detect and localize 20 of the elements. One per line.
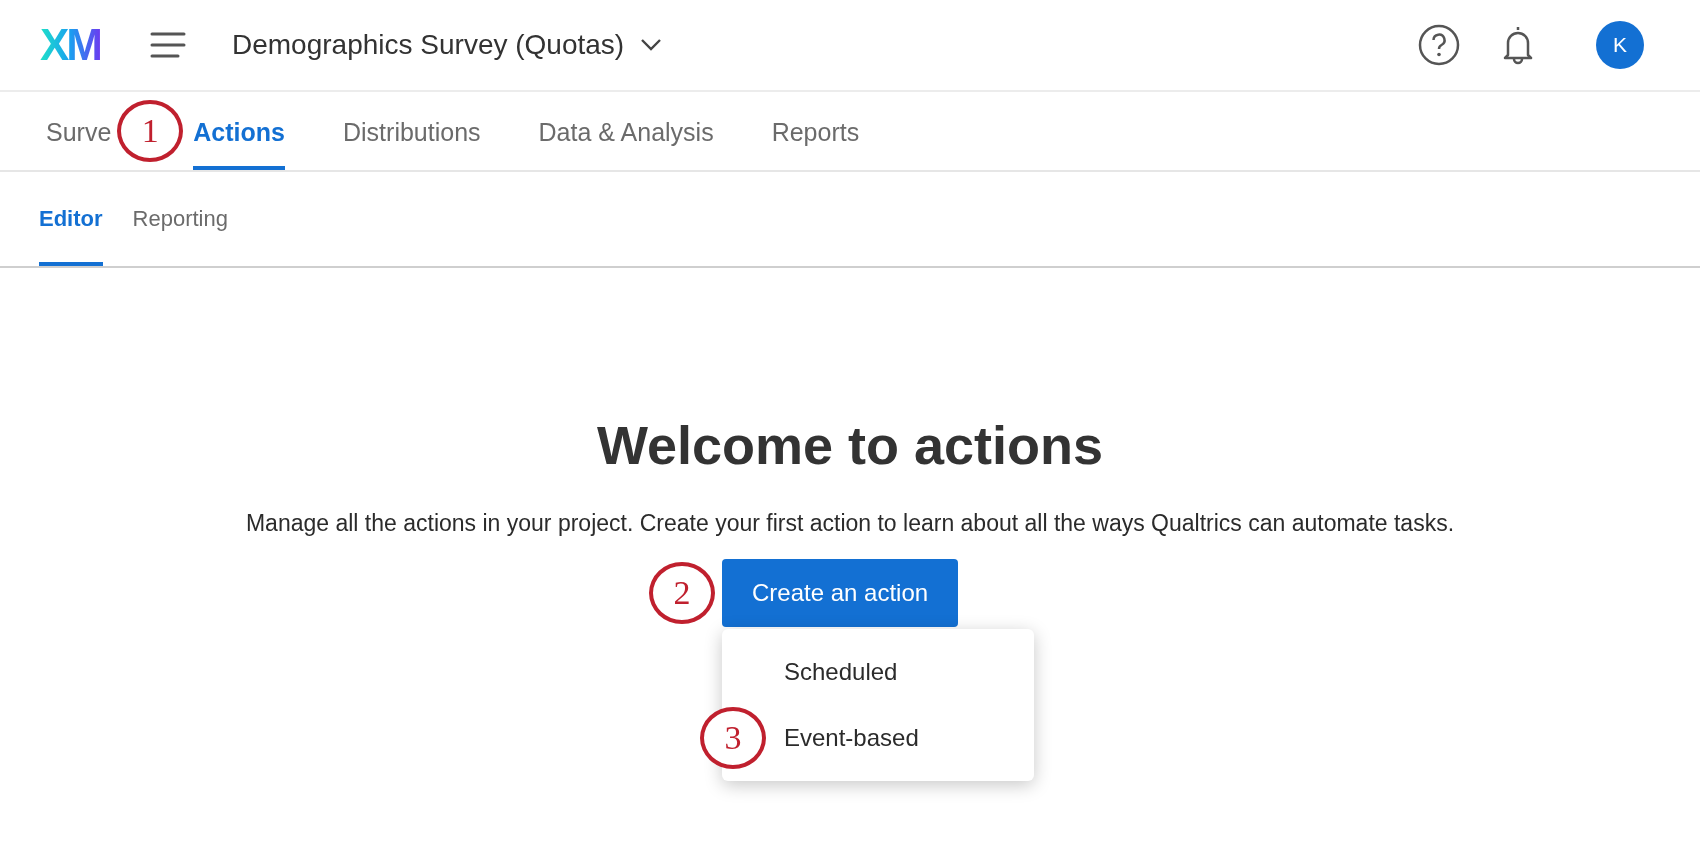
sub-tab[interactable]: Reporting [132,172,228,266]
welcome-description: Manage all the actions in your project. Create your first action to learn about all the ways Qualtrics can automate tasks. [245,510,1455,537]
create-action-button[interactable]: Create an action [722,559,959,627]
nav-tab[interactable]: Actions [193,92,285,170]
step-callout: 1 [117,100,184,162]
menu-icon[interactable] [150,31,186,59]
help-icon[interactable] [1418,24,1460,66]
nav-tab[interactable]: Data & Analysis [538,92,714,170]
step-callout: 2 [649,562,715,624]
nav-tab[interactable]: Reports [771,92,860,170]
welcome-heading: Welcome to actions [596,414,1104,476]
user-avatar[interactable]: K [1596,21,1644,69]
nav-tab[interactable]: Distributions [343,92,481,170]
sub-tab[interactable]: Editor [39,172,103,266]
step-callout: 3 [700,707,766,769]
menu-item[interactable]: Event-based [784,724,919,751]
nav-tab[interactable]: Surve [46,92,112,170]
chevron-down-icon [640,38,663,52]
menu-item[interactable]: Scheduled [784,658,898,685]
project-dropdown[interactable]: Demographics Survey (Quotas) [232,29,663,61]
